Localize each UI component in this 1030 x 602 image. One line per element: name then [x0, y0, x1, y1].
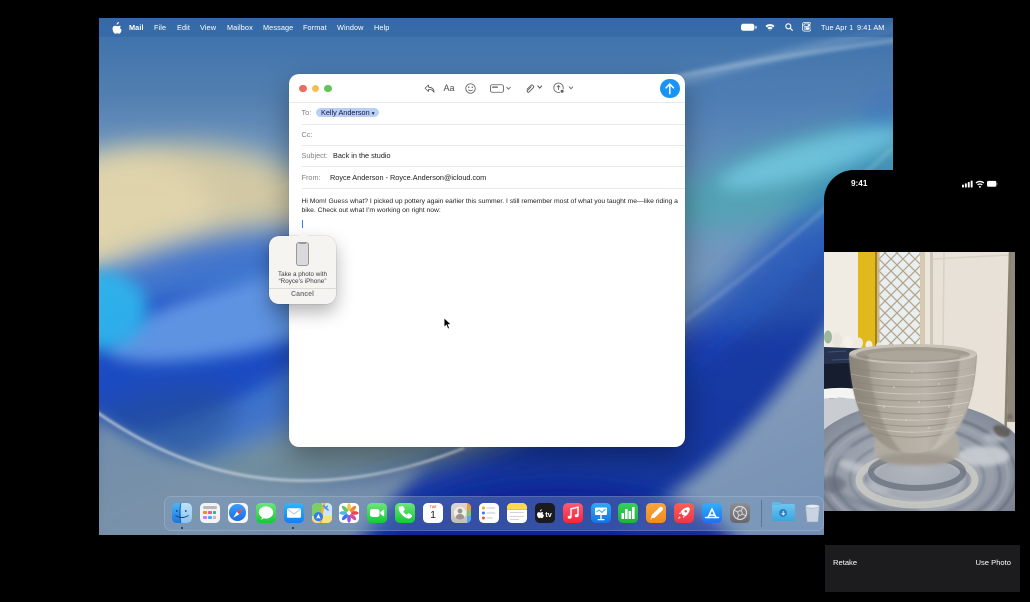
svg-text:tv: tv — [545, 509, 552, 518]
